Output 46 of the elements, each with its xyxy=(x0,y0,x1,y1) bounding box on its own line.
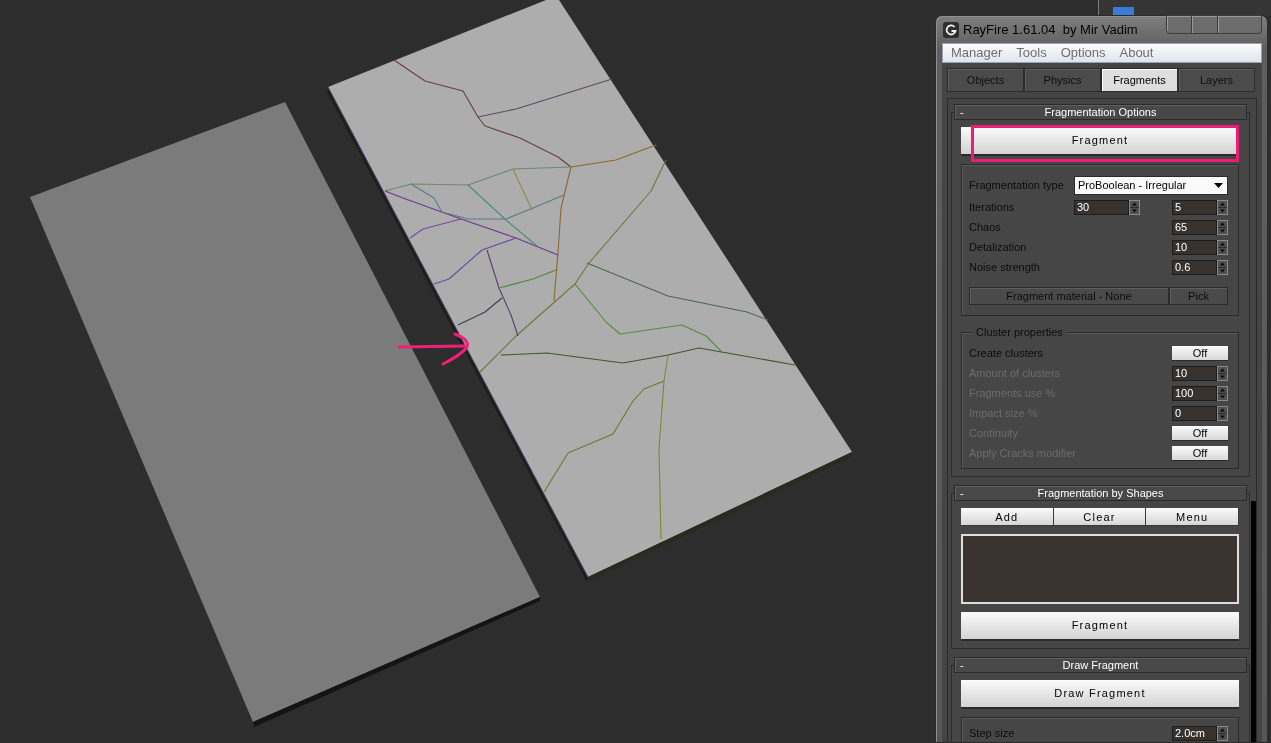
scroll-bar[interactable] xyxy=(1251,501,1256,742)
spinner-arrows-icon[interactable] xyxy=(1217,240,1228,255)
menu-item[interactable]: Tools xyxy=(1016,44,1047,62)
spinner-arrows-icon[interactable] xyxy=(1217,406,1228,421)
spinner-arrows-icon[interactable] xyxy=(1217,220,1228,235)
rollout-header[interactable]: - Draw Fragment xyxy=(954,657,1247,673)
menu-item[interactable]: Options xyxy=(1060,44,1106,62)
spinner-arrows-icon[interactable] xyxy=(1217,260,1228,275)
menu-item[interactable]: About xyxy=(1119,44,1154,62)
number-field[interactable]: 30 xyxy=(1074,200,1129,215)
panel-tab[interactable]: Fragments xyxy=(1101,68,1178,92)
shapes-list[interactable] xyxy=(961,534,1239,604)
menu-item[interactable]: Manager xyxy=(951,44,1003,62)
rollout-title: Fragmentation by Shapes xyxy=(1037,486,1164,500)
caption-button[interactable] xyxy=(1218,15,1262,34)
setting-label: Iterations xyxy=(969,200,1015,215)
number-field[interactable]: 10 xyxy=(1172,240,1217,255)
number-field[interactable]: 5 xyxy=(1172,200,1217,215)
rollout-title: Draw Fragment xyxy=(1062,658,1139,672)
command-button[interactable]: Fragment xyxy=(961,127,1239,156)
pointer-arrow xyxy=(397,332,469,366)
command-button[interactable]: Draw Fragment xyxy=(961,680,1239,709)
window-title: RayFire 1.61.04 by Mir Vadim xyxy=(963,21,1138,38)
number-field[interactable]: 65 xyxy=(1172,220,1217,235)
shapes-action-button[interactable]: Add xyxy=(961,508,1054,526)
spinner-arrows-icon[interactable] xyxy=(1217,200,1228,215)
caption-button[interactable] xyxy=(1192,15,1218,34)
rollout-header[interactable]: - Fragmentation by Shapes xyxy=(954,485,1247,501)
spinner-arrows-icon[interactable] xyxy=(1217,386,1228,401)
shapes-action-button[interactable]: Clear xyxy=(1053,508,1147,526)
caption-button[interactable] xyxy=(1166,15,1192,34)
number-field[interactable]: 0.6 xyxy=(1172,260,1217,275)
spinner-arrows-icon[interactable] xyxy=(1217,366,1228,381)
setting-label: Detalization xyxy=(969,240,1027,255)
type-dropdown[interactable]: ProBoolean - Irregular xyxy=(1074,176,1228,195)
app-logo-icon xyxy=(943,21,959,38)
command-button[interactable]: Fragment xyxy=(961,612,1239,641)
rollout-title: Fragmentation Options xyxy=(1044,105,1157,119)
setting-label: Noise strength xyxy=(969,260,1040,275)
toggle-button[interactable]: Off xyxy=(1172,346,1228,361)
spinner-arrows-icon[interactable] xyxy=(1129,200,1140,215)
shapes-action-button[interactable]: Menu xyxy=(1146,508,1239,526)
rollout-header[interactable]: - Fragmentation Options xyxy=(954,104,1247,120)
number-field[interactable]: 2.0cm xyxy=(1172,726,1217,741)
caret-down-icon xyxy=(1214,183,1223,188)
spinner-arrows-icon[interactable] xyxy=(1217,726,1228,741)
